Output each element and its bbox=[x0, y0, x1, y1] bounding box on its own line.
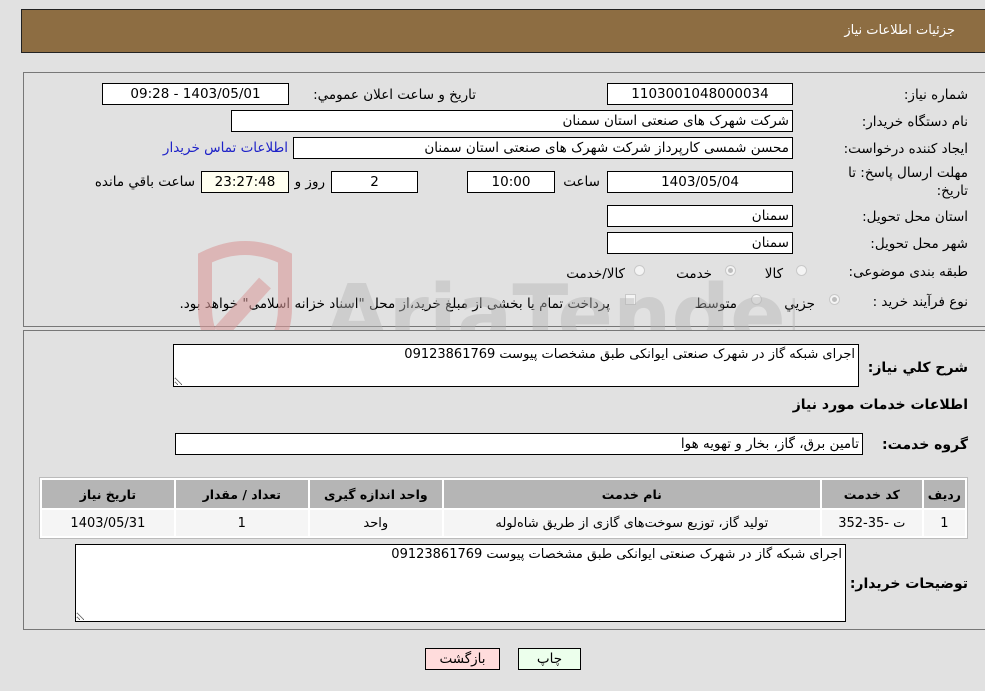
announce-datetime-label: تاريخ و ساعت اعلان عمومي: bbox=[313, 87, 476, 103]
service-group-field[interactable]: تامين برق، گاز، بخار و تهويه هوا bbox=[175, 433, 863, 455]
announce-datetime-field[interactable]: 1403/05/01 - 09:28 bbox=[102, 83, 289, 105]
cell-service-name: توليد گاز، توزيع سوخت‌های گازی از طريق ش… bbox=[443, 510, 820, 536]
province-label: استان محل تحويل: bbox=[862, 209, 968, 225]
page-title: جزئیات اطلاعات نیاز bbox=[844, 23, 955, 38]
col-header-service-code: کد خدمت bbox=[821, 480, 922, 508]
cell-need-date: 1403/05/31 bbox=[42, 510, 174, 536]
category-radio-service[interactable] bbox=[725, 265, 736, 276]
province-field[interactable]: سمنان bbox=[607, 205, 793, 227]
purchase-type-radio-minor[interactable] bbox=[829, 294, 840, 305]
page-header: جزئیات اطلاعات نیاز bbox=[21, 9, 985, 53]
category-option-goods-service: کالا/خدمت bbox=[566, 266, 625, 282]
service-group-label: گروه خدمت: bbox=[882, 437, 968, 453]
buyer-contact-link[interactable]: اطلاعات تماس خريدار bbox=[163, 140, 288, 156]
purchase-type-option-minor: جزيي bbox=[784, 296, 815, 312]
category-label: طبقه بندی موضوعی: bbox=[848, 264, 968, 280]
remaining-time-field: 23:27:48 bbox=[201, 171, 289, 193]
deadline-time-field[interactable]: 10:00 bbox=[467, 171, 555, 193]
deadline-label-line2: تاریخ: bbox=[936, 183, 968, 199]
cell-quantity: 1 bbox=[175, 510, 308, 536]
services-table: رديف کد خدمت نام خدمت واحد اندازه گيری ت… bbox=[39, 477, 968, 539]
purchase-type-radio-medium[interactable] bbox=[751, 294, 762, 305]
summary-textarea[interactable]: اجرای شبکه گاز در شهرک صنعتی ایوانکی طبق… bbox=[173, 344, 859, 387]
table-header-row: رديف کد خدمت نام خدمت واحد اندازه گيری ت… bbox=[42, 480, 965, 508]
buyer-org-field[interactable]: شرکت شهرک های صنعتی استان سمنان bbox=[231, 110, 793, 132]
requester-field[interactable]: محسن شمسی کارپرداز شرکت شهرک های صنعتی ا… bbox=[293, 137, 793, 159]
col-header-service-name: نام خدمت bbox=[443, 480, 820, 508]
city-label: شهر محل تحويل: bbox=[870, 236, 968, 252]
requester-label: ايجاد کننده درخواست: bbox=[843, 141, 968, 157]
buyer-notes-textarea[interactable]: اجرای شبکه گاز در شهرک صنعتی ایوانکی طبق… bbox=[75, 544, 846, 622]
cell-row-number: 1 bbox=[923, 510, 965, 536]
col-header-unit: واحد اندازه گيری bbox=[309, 480, 442, 508]
back-button[interactable]: بازگشت bbox=[425, 648, 500, 670]
cell-unit: واحد bbox=[309, 510, 442, 536]
services-section-title: اطلاعات خدمات مورد نياز bbox=[792, 397, 968, 413]
deadline-label-line1: مهلت ارسال پاسخ: تا bbox=[848, 165, 968, 181]
cell-service-code: ت -35-352 bbox=[821, 510, 922, 536]
need-number-label: شماره نیاز: bbox=[903, 87, 968, 103]
category-radio-goods-service[interactable] bbox=[634, 265, 645, 276]
col-header-row-number: رديف bbox=[923, 480, 965, 508]
deadline-date-field[interactable]: 1403/05/04 bbox=[607, 171, 793, 193]
category-option-goods: کالا bbox=[764, 266, 783, 282]
category-radio-goods[interactable] bbox=[796, 265, 807, 276]
treasury-note: پرداخت تمام يا بخشی از مبلغ خريد،از محل … bbox=[179, 296, 610, 312]
deadline-time-label: ساعت bbox=[563, 174, 600, 190]
need-number-field[interactable]: 1103001048000034 bbox=[607, 83, 793, 105]
purchase-type-label: نوع فرآيند خريد : bbox=[872, 294, 968, 310]
treasury-checkbox[interactable] bbox=[625, 294, 636, 305]
remaining-time-label: ساعت باقي مانده bbox=[94, 174, 195, 190]
table-row: 1 ت -35-352 توليد گاز، توزيع سوخت‌های گا… bbox=[42, 510, 965, 536]
summary-label: شرح کلي نياز: bbox=[867, 360, 968, 376]
col-header-quantity: تعداد / مقدار bbox=[175, 480, 308, 508]
city-field[interactable]: سمنان bbox=[607, 232, 793, 254]
category-option-service: خدمت bbox=[676, 266, 712, 282]
days-label: روز و bbox=[294, 174, 325, 190]
buyer-notes-label: توضيحات خريدار: bbox=[849, 576, 968, 592]
purchase-type-option-medium: متوسط bbox=[694, 296, 737, 312]
buyer-org-label: نام دستگاه خريدار: bbox=[861, 114, 968, 130]
print-button[interactable]: چاپ bbox=[518, 648, 581, 670]
col-header-need-date: تاريخ نياز bbox=[42, 480, 174, 508]
remaining-days-field[interactable]: 2 bbox=[331, 171, 418, 193]
